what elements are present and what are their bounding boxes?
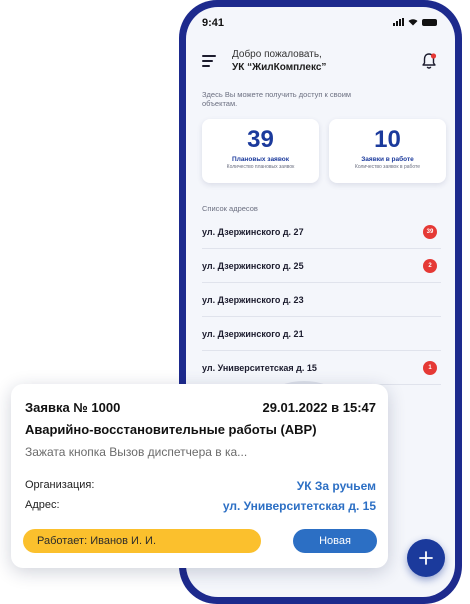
battery-icon: [422, 18, 437, 26]
planned-requests-card[interactable]: 39 Плановых заявок Количество плановых з…: [202, 119, 319, 183]
address-list-heading: Список адресов: [202, 204, 258, 213]
request-description: Зажата кнопка Вызов диспетчера в ка...: [25, 445, 248, 459]
in-progress-requests-card[interactable]: 10 Заявки в работе Количество заявок в р…: [329, 119, 446, 183]
address-badge: 2: [423, 259, 437, 273]
wifi-icon: [408, 19, 418, 26]
address-badge: 39: [423, 225, 437, 239]
address-row[interactable]: ул. Дзержинского д. 21: [202, 317, 441, 351]
request-address-value: ул. Университетская д. 15: [222, 499, 376, 513]
status-bar: 9:41: [186, 7, 455, 43]
address-row[interactable]: ул. Дзержинского д. 25 2: [202, 249, 441, 283]
status-time: 9:41: [202, 17, 225, 29]
signal-icon: [393, 18, 404, 26]
address-list: ул. Дзержинского д. 27 39 ул. Дзержинско…: [202, 215, 441, 385]
request-status-button[interactable]: Новая: [293, 529, 377, 553]
status-icons: [393, 18, 437, 26]
add-request-button[interactable]: [407, 539, 445, 577]
request-card[interactable]: Заявка № 1000 29.01.2022 в 15:47 Аварийн…: [11, 384, 388, 568]
request-number: Заявка № 1000: [25, 400, 121, 415]
menu-icon[interactable]: [202, 55, 216, 67]
address-label: ул. Дзержинского д. 21: [202, 328, 304, 339]
planned-requests-subtitle: Количество плановых заявок: [226, 164, 295, 170]
planned-requests-title: Плановых заявок: [232, 156, 289, 163]
access-hint: Здесь Вы можете получить доступ к своим …: [202, 90, 352, 108]
in-progress-requests-title: Заявки в работе: [361, 156, 414, 163]
request-date: 29.01.2022 в 15:47: [262, 400, 376, 415]
request-type: Аварийно-восстановительные работы (АВР): [25, 422, 317, 437]
in-progress-requests-subtitle: Количество заявок в работе: [354, 164, 421, 170]
bell-icon[interactable]: [421, 52, 437, 70]
address-label: ул. Дзержинского д. 25: [202, 260, 304, 271]
request-address-label: Адрес:: [25, 499, 60, 511]
request-worker-badge: Работает: Иванов И. И.: [23, 529, 261, 553]
address-row[interactable]: ул. Дзержинского д. 23: [202, 283, 441, 317]
welcome-greeting: Добро пожаловать,: [232, 49, 322, 60]
request-org-label: Организация:: [25, 479, 95, 491]
in-progress-requests-count: 10: [374, 126, 401, 153]
address-label: ул. Дзержинского д. 23: [202, 294, 304, 305]
address-label: ул. Университетская д. 15: [202, 362, 317, 373]
address-label: ул. Дзержинского д. 27: [202, 226, 304, 237]
plus-icon: [419, 551, 433, 565]
request-org-value: УК За ручьем: [296, 479, 376, 493]
address-row[interactable]: ул. Дзержинского д. 27 39: [202, 215, 441, 249]
address-badge: 1: [423, 361, 437, 375]
welcome-header: Добро пожаловать, УК “ЖилКомплекс”: [232, 48, 326, 74]
planned-requests-count: 39: [247, 126, 274, 153]
welcome-org-name: УК “ЖилКомплекс”: [232, 62, 327, 73]
